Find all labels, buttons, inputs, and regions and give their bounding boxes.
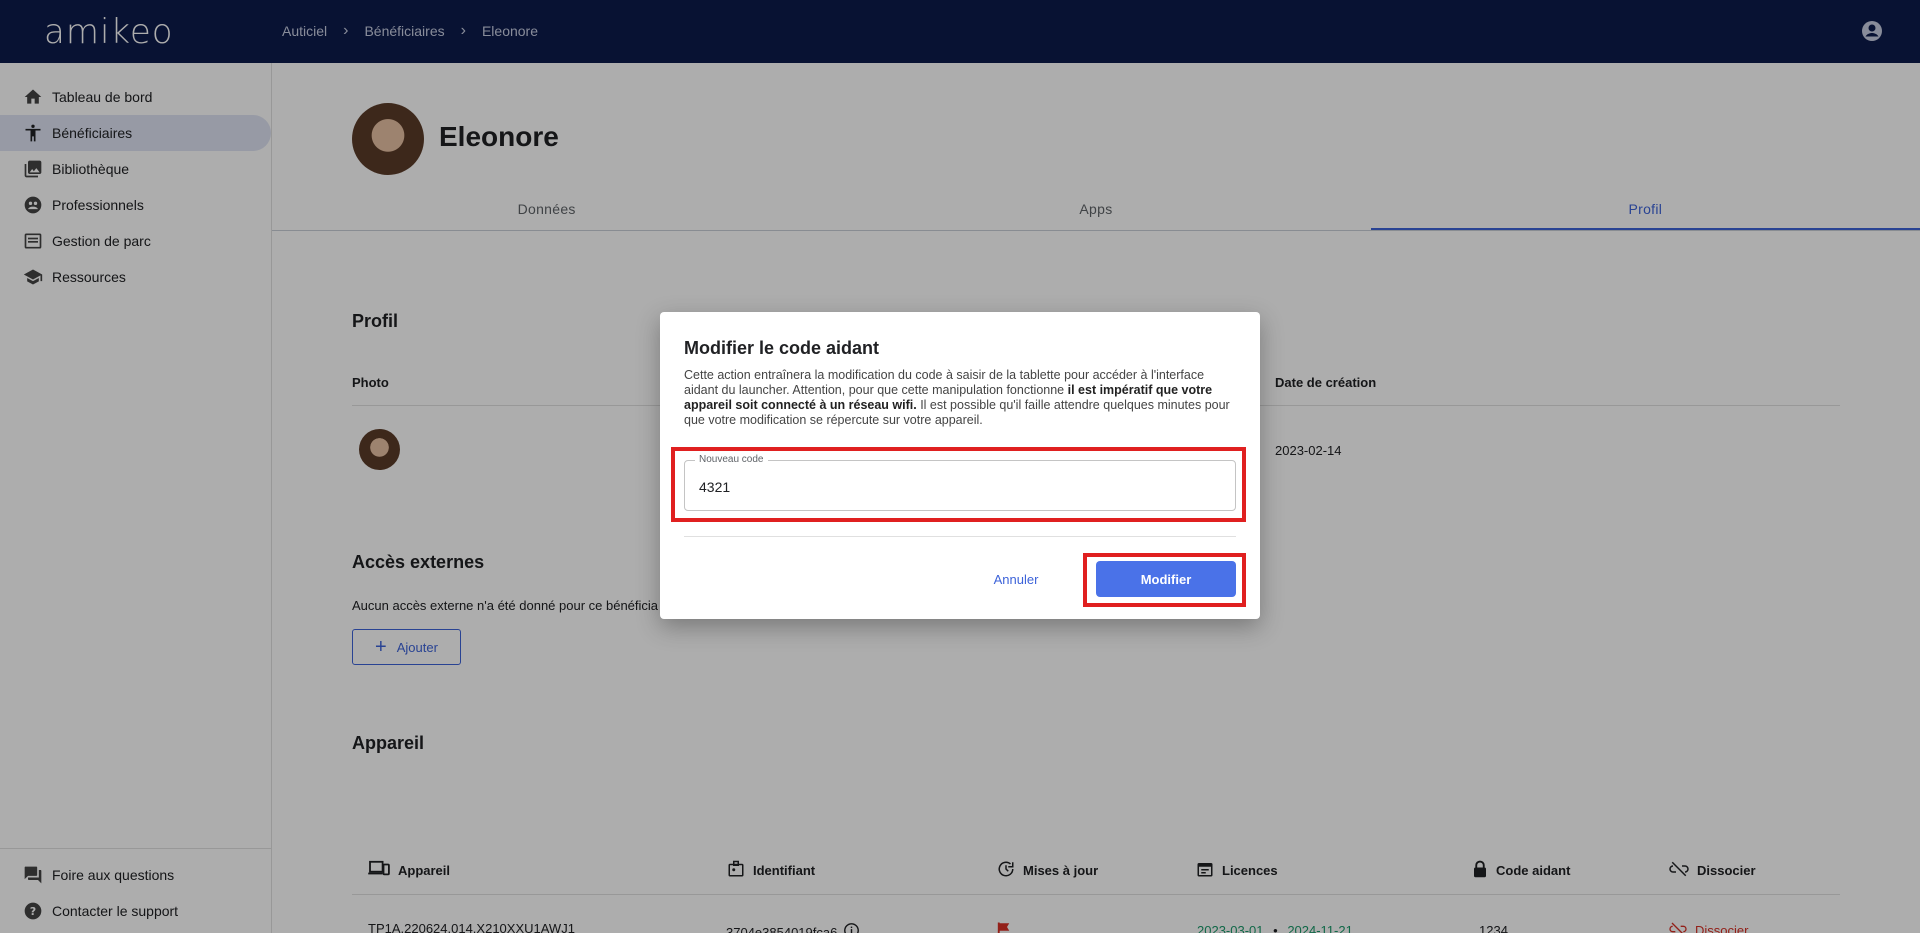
dialog-title: Modifier le code aidant [684, 338, 880, 358]
highlight-box-field [671, 447, 1246, 522]
dialog-description: Cette action entraînera la modification … [684, 368, 1230, 427]
cancel-button[interactable]: Annuler [966, 561, 1066, 597]
highlight-box-button [1083, 553, 1246, 607]
divider [684, 536, 1236, 537]
